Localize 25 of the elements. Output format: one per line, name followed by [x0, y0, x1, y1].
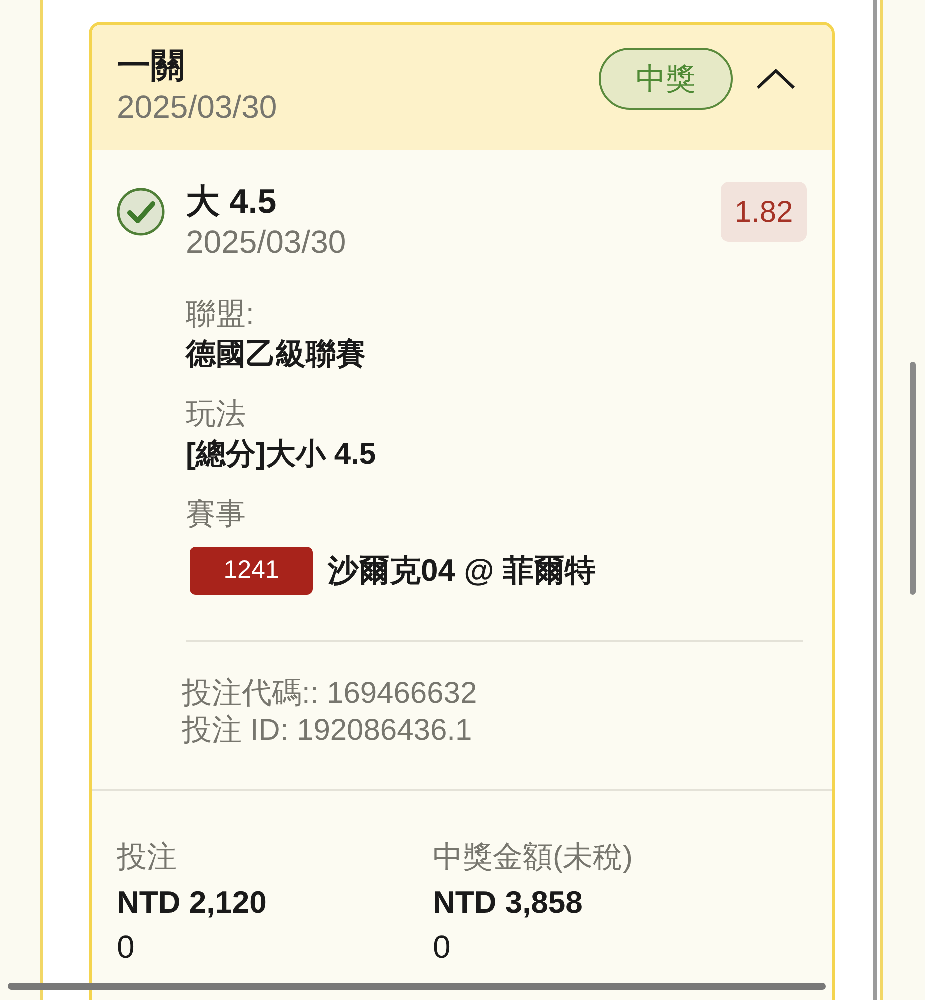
bet-date: 2025/03/30 — [117, 88, 278, 127]
field-label: 聯盟: — [186, 297, 254, 333]
field-label: 玩法 — [186, 397, 246, 433]
summary-amount: NTD 2,120 — [117, 884, 267, 922]
vertical-scrollbar[interactable] — [910, 362, 916, 595]
horizontal-scrollbar[interactable] — [8, 983, 826, 990]
selection-pick: 大 4.5 — [186, 182, 277, 222]
summary-label: 中獎金額(未稅) — [433, 840, 633, 876]
bet-reference: 投注代碼:: 169466632 — [182, 676, 478, 712]
card-header[interactable]: 一關 2025/03/30 中獎 — [92, 25, 832, 150]
summary-amount: NTD 3,858 — [433, 884, 583, 922]
status-badge: 中獎 — [599, 48, 733, 110]
event-code-badge: 1241 — [190, 547, 313, 595]
bet-type-title: 一關 — [117, 46, 185, 87]
summary-value: 0 — [117, 928, 135, 967]
odds-badge: 1.82 — [721, 182, 807, 242]
selection-date: 2025/03/30 — [186, 223, 346, 262]
match-name: 沙爾克04 @ 菲爾特 — [328, 552, 596, 590]
field-label: 賽事 — [186, 497, 246, 533]
bet-reference: 投注 ID: 192086436.1 — [182, 713, 472, 749]
summary-value: 0 — [433, 928, 451, 967]
field-value: 德國乙級聯賽 — [186, 337, 366, 373]
field-value: [總分]大小 4.5 — [186, 437, 376, 473]
chevron-up-icon[interactable] — [756, 69, 796, 89]
summary-label: 投注 — [117, 840, 177, 876]
